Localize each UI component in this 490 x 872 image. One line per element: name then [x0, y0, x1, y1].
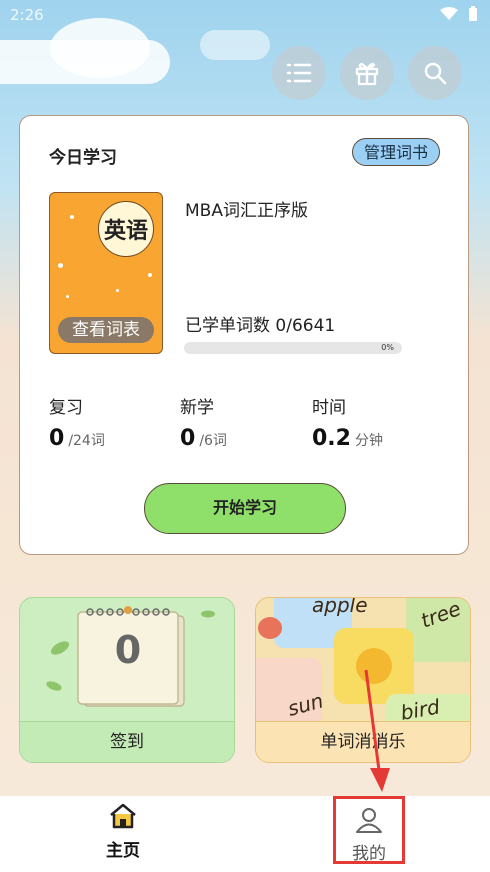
stat-unit: /6词	[199, 433, 227, 449]
checkin-tile[interactable]: 0 签到	[19, 597, 235, 763]
wifi-icon	[440, 7, 458, 20]
star-decoration	[116, 289, 119, 292]
stat-label: 复习	[49, 398, 83, 418]
checkin-label: 签到	[20, 721, 234, 762]
stat-value: 0	[180, 426, 196, 451]
list-icon	[286, 63, 312, 83]
highlight-arrow	[364, 669, 390, 792]
star-decoration	[70, 215, 74, 219]
nav-home-label: 主页	[106, 841, 140, 861]
book-cover[interactable]: 英语 查看词表	[49, 192, 163, 354]
checkin-count: 0	[114, 628, 142, 672]
stat-label: 新学	[180, 398, 214, 418]
user-icon	[356, 808, 382, 833]
stat-new: 新学 0/6词	[180, 393, 227, 451]
star-decoration	[66, 295, 69, 298]
stat-label: 时间	[312, 398, 346, 418]
game-word: apple	[312, 598, 368, 617]
star-decoration	[58, 263, 63, 268]
stat-unit: 分钟	[354, 433, 383, 449]
gift-icon	[355, 62, 379, 86]
star-decoration	[148, 273, 152, 277]
start-study-button[interactable]: 开始学习	[144, 483, 346, 534]
list-button[interactable]	[272, 46, 326, 100]
nav-mine[interactable]: 我的	[333, 796, 405, 864]
bottom-nav: 主页 我的	[0, 796, 490, 872]
nav-mine-label: 我的	[352, 844, 386, 864]
status-icons	[440, 6, 478, 22]
stat-review: 复习 0/24词	[49, 393, 105, 451]
status-bar: 2:26	[0, 0, 490, 34]
progress-percent: 0%	[381, 343, 394, 352]
stat-unit: /24词	[68, 433, 105, 449]
stat-value: 0.2	[312, 426, 351, 451]
card-title: 今日学习	[49, 148, 117, 168]
gift-button[interactable]	[340, 46, 394, 100]
search-icon	[424, 62, 447, 85]
cloud-decoration	[200, 30, 270, 60]
book-name: MBA词汇正序版	[185, 201, 308, 221]
battery-icon	[469, 6, 477, 21]
learned-count: 已学单词数 0/6641	[185, 316, 336, 336]
progress-bar: 0%	[184, 342, 402, 354]
nav-home[interactable]: 主页	[83, 802, 163, 861]
home-icon	[110, 803, 136, 829]
search-button[interactable]	[408, 46, 462, 100]
manage-books-button[interactable]: 管理词书	[351, 138, 440, 166]
stat-time: 时间 0.2 分钟	[312, 393, 383, 451]
stat-value: 0	[49, 426, 65, 451]
view-word-list-button[interactable]: 查看词表	[58, 317, 154, 343]
status-time: 2:26	[10, 6, 44, 24]
today-study-card: 今日学习 管理词书 英语 查看词表 MBA词汇正序版 已学单词数 0/6641 …	[19, 115, 469, 555]
book-cover-text: 英语	[98, 201, 154, 257]
